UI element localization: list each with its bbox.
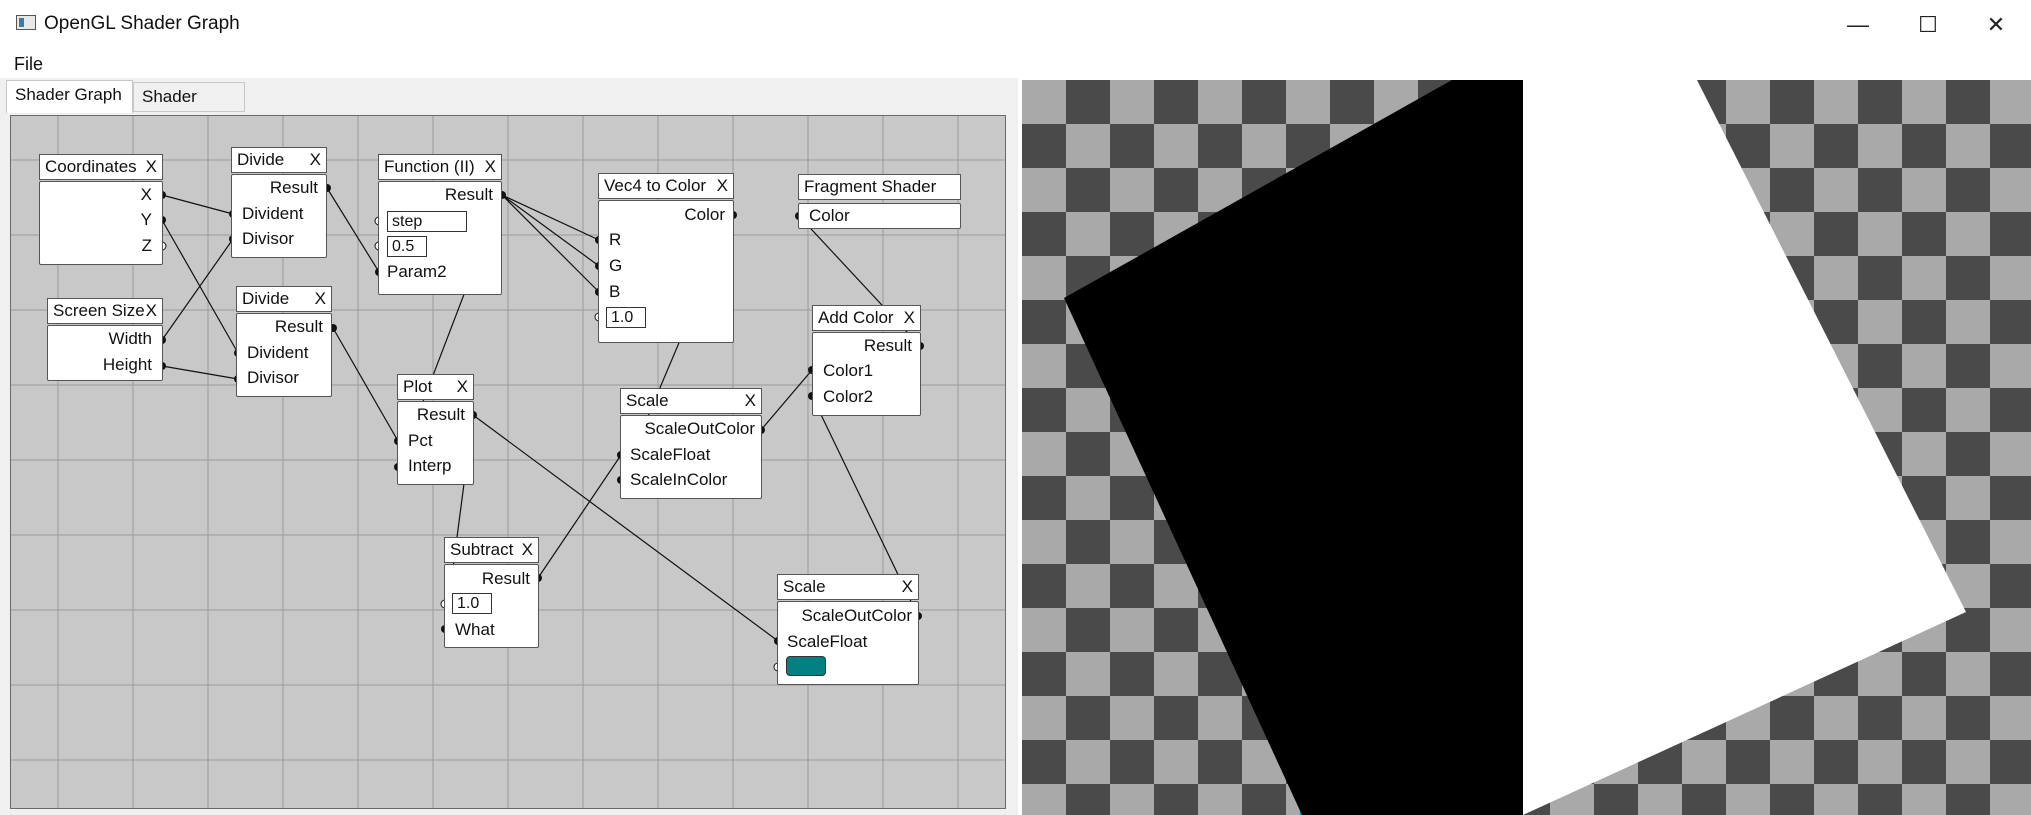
node-title: Scale <box>783 577 826 596</box>
port-divisor: Divisor <box>247 368 299 387</box>
minimize-button[interactable]: — <box>1823 0 1893 52</box>
tab-shader-graph[interactable]: Shader Graph <box>6 80 133 113</box>
node-title: Fragment Shader <box>804 177 937 196</box>
port-result: Result <box>863 336 912 355</box>
app-icon <box>16 15 36 30</box>
port-param2: Param2 <box>387 262 447 281</box>
port-color1: Color1 <box>823 361 874 380</box>
color-swatch-button[interactable] <box>786 656 826 676</box>
subtract-value-field[interactable]: 1.0 <box>452 593 492 614</box>
node-title: Scale <box>626 391 669 410</box>
title-bar: OpenGL Shader Graph — ☐ ✕ <box>0 0 2031 52</box>
port-y: Y <box>140 210 152 229</box>
port-divisor: Divisor <box>242 229 294 248</box>
port-divident: Divident <box>247 343 309 362</box>
node-close-button[interactable]: X <box>745 389 756 413</box>
port-result: Result <box>269 178 318 197</box>
port-color2: Color2 <box>823 387 874 406</box>
tab-shader-code[interactable]: Shader Code <box>133 82 245 134</box>
port-scale-in-color: ScaleInColor <box>630 470 728 489</box>
node-title: Screen Size <box>53 301 145 320</box>
node-title: Function (II) <box>384 157 475 176</box>
quad-black-half <box>1064 80 1523 815</box>
node-title: Plot <box>403 377 433 396</box>
port-g: G <box>609 256 623 275</box>
menu-bar: File <box>0 52 2031 78</box>
shader-preview[interactable] <box>1022 80 2031 815</box>
port-width: Width <box>108 329 152 348</box>
port-color: Color <box>809 206 850 225</box>
node-close-button[interactable]: X <box>522 538 533 562</box>
port-divident: Divident <box>242 204 304 223</box>
rendered-quad <box>1064 80 1966 815</box>
port-scale-out-color: ScaleOutColor <box>644 419 755 438</box>
node-title: Divide <box>242 289 290 308</box>
window-title: OpenGL Shader Graph <box>44 13 240 34</box>
function-name-field[interactable]: step <box>387 211 467 232</box>
node-close-button[interactable]: X <box>485 155 496 179</box>
close-button[interactable]: ✕ <box>1961 0 2031 52</box>
param-value-field[interactable]: 0.5 <box>387 236 427 257</box>
node-close-button[interactable]: X <box>310 148 321 172</box>
node-close-button[interactable]: X <box>457 375 468 399</box>
node-close-button[interactable]: X <box>146 155 157 179</box>
port-pct: Pct <box>408 431 433 450</box>
node-title: Add Color <box>818 308 894 327</box>
alpha-value-field[interactable]: 1.0 <box>606 307 646 328</box>
node-close-button[interactable]: X <box>902 575 913 599</box>
port-what: What <box>455 620 495 639</box>
port-z: Z <box>141 236 152 255</box>
port-result: Result <box>274 317 323 336</box>
node-close-button[interactable]: X <box>904 306 915 330</box>
port-interp: Interp <box>408 456 452 475</box>
maximize-button[interactable]: ☐ <box>1893 0 1963 52</box>
port-scale-float: ScaleFloat <box>787 632 868 651</box>
port-result: Result <box>481 569 530 588</box>
node-title: Subtract <box>450 540 514 559</box>
port-x: X <box>140 185 152 204</box>
node-close-button[interactable]: X <box>717 174 728 198</box>
menu-file[interactable]: File <box>14 54 43 75</box>
port-b: B <box>609 282 621 301</box>
port-scale-out-color: ScaleOutColor <box>801 606 912 625</box>
port-scale-float: ScaleFloat <box>630 445 711 464</box>
node-title: Coordinates <box>45 157 137 176</box>
node-close-button[interactable]: X <box>315 287 326 311</box>
quad-white-half <box>1523 80 1966 815</box>
port-color: Color <box>684 205 725 224</box>
port-result: Result <box>444 185 493 204</box>
node-close-button[interactable]: X <box>146 299 157 323</box>
node-title: Vec4 to Color <box>604 176 707 195</box>
port-r: R <box>609 230 622 249</box>
port-height: Height <box>102 355 152 374</box>
node-title: Divide <box>237 150 285 169</box>
port-result: Result <box>416 405 465 424</box>
